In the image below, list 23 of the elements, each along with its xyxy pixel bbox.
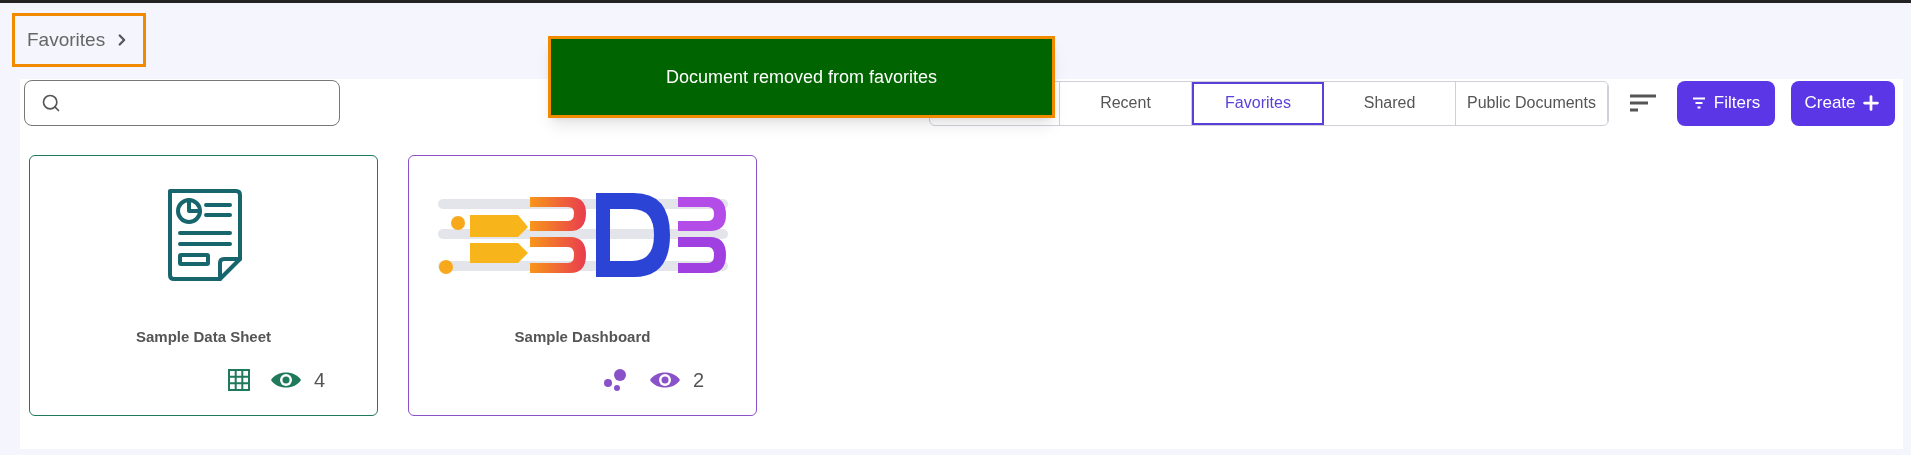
card-title: Sample Dashboard — [514, 327, 651, 347]
filter-icon — [1691, 97, 1706, 109]
card-title: Sample Data Sheet — [135, 327, 272, 347]
view-count: 2 — [692, 368, 704, 393]
search-field[interactable] — [24, 80, 340, 126]
tab[interactable]: Public Documents — [1456, 81, 1608, 125]
document-card[interactable]: Sample Data Sheet 4 — [29, 155, 378, 416]
sort-icon[interactable] — [1629, 93, 1657, 113]
tab[interactable]: Favorites — [1192, 81, 1324, 125]
dots-icon — [602, 368, 629, 392]
breadcrumb-label: Favorites — [27, 27, 106, 52]
view-count: 4 — [313, 368, 325, 393]
filters-button[interactable]: Filters — [1677, 80, 1775, 126]
grid-icon — [227, 369, 250, 391]
breadcrumb[interactable]: Favorites — [12, 13, 146, 67]
document-card[interactable]: Sample Dashboard 2 — [408, 155, 757, 416]
create-button[interactable]: Create — [1791, 80, 1895, 126]
eye-icon — [648, 370, 681, 390]
tab[interactable]: Recent — [1060, 81, 1192, 125]
search-icon — [41, 93, 61, 113]
toast-message: Document removed from favorites — [665, 65, 938, 89]
eye-icon — [269, 370, 302, 390]
tab[interactable]: Shared — [1324, 81, 1456, 125]
